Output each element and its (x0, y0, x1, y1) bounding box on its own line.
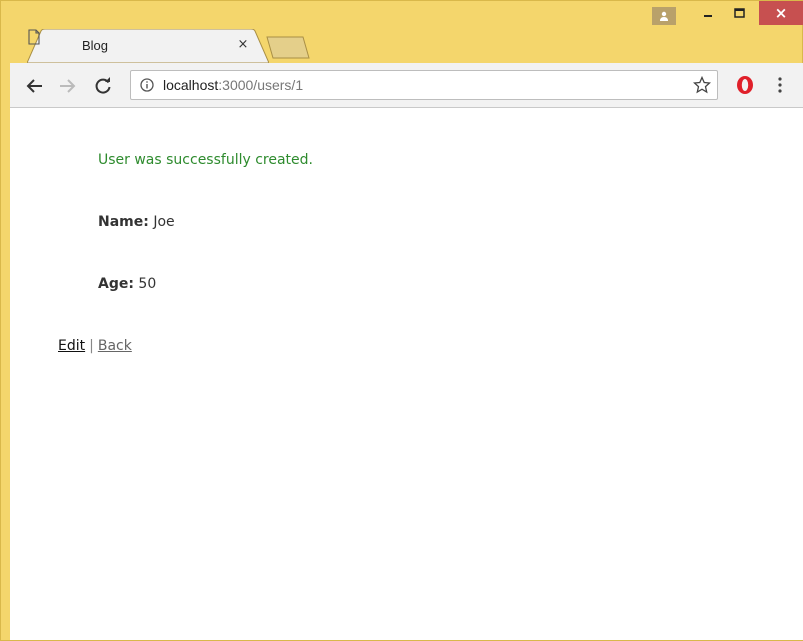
person-icon (660, 11, 668, 21)
star-icon[interactable] (693, 76, 711, 94)
url-host: localhost (163, 77, 219, 93)
maximize-icon (733, 8, 745, 18)
close-window-button[interactable]: × (759, 1, 803, 25)
age-field: Age: 50 (98, 276, 156, 292)
page-content: User was successfully created. Name: Joe… (10, 108, 803, 640)
reload-button[interactable] (92, 75, 114, 97)
maximize-button[interactable] (727, 1, 751, 25)
edit-link[interactable]: Edit (58, 338, 85, 354)
close-icon: × (774, 4, 788, 22)
name-label: Name: (98, 214, 149, 230)
minimize-button[interactable] (696, 1, 720, 25)
back-arrow-icon (26, 79, 42, 93)
back-link[interactable]: Back (98, 338, 132, 354)
new-tab-button[interactable] (265, 35, 317, 59)
tab-close-icon[interactable]: × (235, 37, 251, 53)
back-button[interactable] (24, 75, 46, 97)
tab-shape (27, 29, 269, 63)
opera-icon[interactable] (735, 75, 755, 95)
page-icon (28, 29, 40, 45)
address-bar[interactable]: localhost:3000/users/1 (130, 70, 718, 100)
age-value: 50 (138, 276, 157, 292)
more-vert-icon[interactable] (774, 75, 786, 95)
action-links: Edit | Back (58, 338, 132, 354)
url-text: localhost:3000/users/1 (163, 77, 303, 93)
tab-blog[interactable]: Blog × (27, 29, 269, 63)
profile-button[interactable] (652, 7, 676, 25)
name-value: Joe (153, 214, 175, 230)
success-notice: User was successfully created. (98, 152, 313, 168)
link-separator: | (89, 338, 94, 354)
reload-icon (95, 77, 111, 94)
forward-arrow-icon (60, 79, 76, 93)
url-path: :3000/users/1 (218, 77, 304, 93)
age-label: Age: (98, 276, 134, 292)
browser-window: × Blog × localhost:3000/users/1 User was… (0, 0, 803, 641)
minimize-icon (704, 15, 712, 17)
new-tab-icon (266, 36, 310, 59)
forward-button[interactable] (56, 75, 78, 97)
browser-toolbar: localhost:3000/users/1 (10, 63, 803, 108)
info-icon[interactable] (140, 78, 154, 92)
tab-title: Blog (82, 38, 109, 53)
name-field: Name: Joe (98, 214, 175, 230)
